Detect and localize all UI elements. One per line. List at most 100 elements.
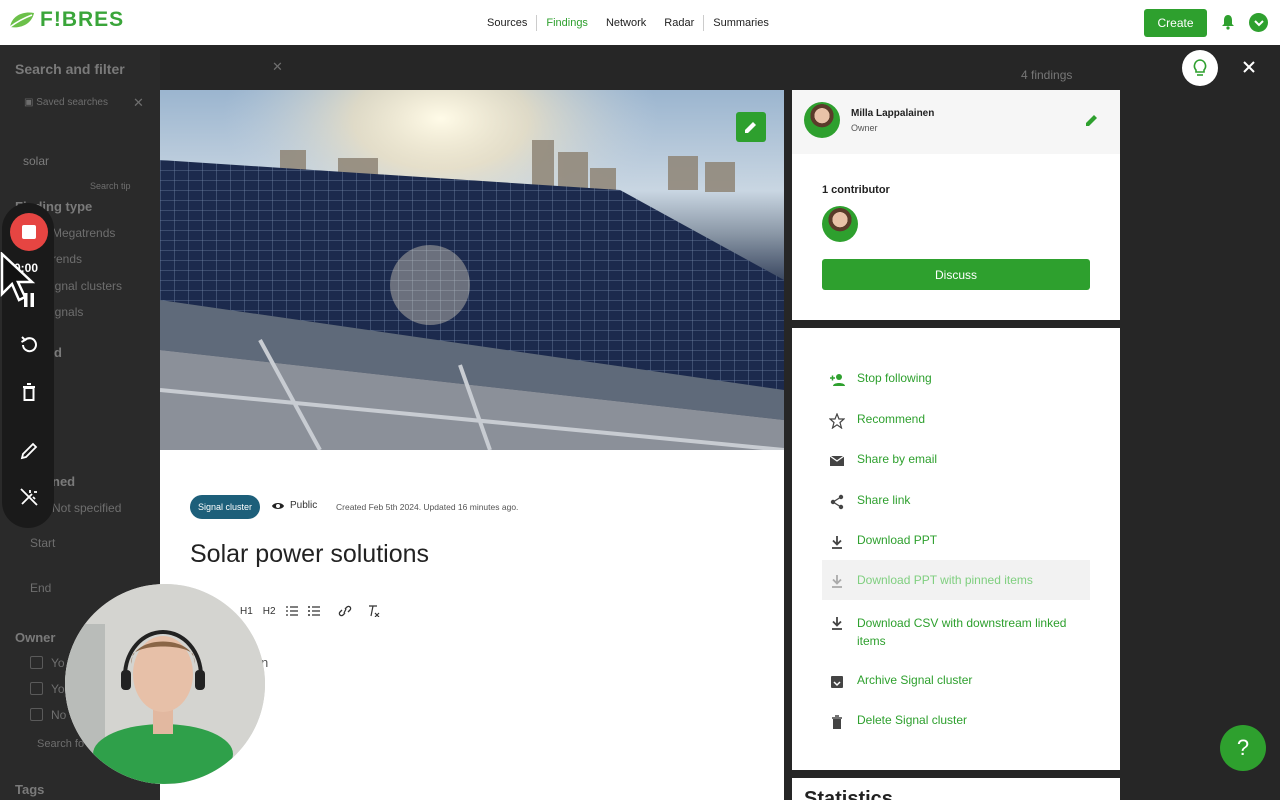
recommend-action[interactable]: Recommend — [822, 407, 1090, 434]
visibility-label: Public — [290, 500, 318, 511]
pen-icon[interactable] — [18, 440, 40, 462]
finding-type-badge: Signal cluster — [190, 495, 261, 519]
owner-search-input[interactable]: Search fo — [37, 738, 84, 750]
saved-searches-link[interactable]: ▣ Saved searches — [24, 97, 108, 108]
share-icon — [830, 494, 844, 510]
pencil-icon[interactable] — [1084, 112, 1100, 128]
owner-role: Owner — [851, 123, 878, 133]
bell-icon[interactable] — [1220, 14, 1236, 30]
owner-avatar — [804, 102, 840, 138]
trash-icon[interactable] — [18, 381, 40, 403]
share-link-action[interactable]: Share link — [822, 488, 1090, 515]
owner-row — [792, 90, 1120, 154]
action-label: Stop following — [857, 371, 932, 385]
editor-toolbar: H1 H2 — [240, 605, 380, 617]
visibility-toggle[interactable]: Public — [271, 500, 317, 511]
stop-recording-button[interactable] — [10, 213, 48, 251]
leaf-logo-icon — [9, 12, 34, 28]
owner-option: Yo — [51, 656, 65, 670]
search-filter-title: Search and filter — [15, 61, 125, 77]
help-button[interactable]: ? — [1220, 725, 1266, 771]
share-email-action[interactable]: Share by email — [822, 447, 1090, 474]
contributors-count: 1 contributor — [822, 184, 890, 196]
download-ppt-action[interactable]: Download PPT — [822, 528, 1090, 555]
bullet-list-icon[interactable] — [307, 605, 320, 617]
mail-icon — [829, 455, 845, 466]
finding-title[interactable]: Solar power solutions — [190, 540, 429, 569]
finding-type-option[interactable]: ignals — [52, 305, 83, 319]
nav-network[interactable]: Network — [597, 17, 655, 29]
numbered-list-icon[interactable] — [285, 605, 298, 617]
finding-type-option[interactable]: Megatrends — [52, 226, 115, 240]
person-add-icon — [830, 374, 845, 386]
delete-action[interactable]: Delete Signal cluster — [822, 708, 1090, 735]
restart-icon[interactable] — [18, 334, 40, 356]
nav-sources[interactable]: Sources — [478, 17, 536, 29]
solar-panel-illustration — [160, 90, 784, 450]
owner-checkbox[interactable] — [30, 708, 43, 721]
owner-option: No — [51, 708, 67, 722]
create-button[interactable]: Create — [1144, 9, 1207, 37]
clear-format-icon[interactable] — [368, 605, 380, 617]
search-hint[interactable]: Search tip — [90, 181, 131, 191]
top-bar: F!BRES Sources Findings Network Radar Su… — [0, 0, 1280, 45]
owner-checkbox[interactable] — [30, 682, 43, 695]
archive-icon — [831, 676, 843, 688]
owner-name: Milla Lappalainen — [851, 108, 935, 119]
statistics-panel: Statistics — [792, 778, 1120, 800]
download-icon — [832, 617, 842, 630]
partial-label: ned — [52, 474, 76, 489]
download-icon — [832, 574, 842, 588]
nav-summaries[interactable]: Summaries — [704, 17, 778, 29]
archive-action[interactable]: Archive Signal cluster — [822, 668, 1090, 695]
nav-radar[interactable]: Radar — [655, 17, 703, 29]
owner-option: Yo — [51, 682, 65, 696]
action-label: Archive Signal cluster — [857, 673, 973, 687]
close-modal-icon[interactable] — [1240, 58, 1258, 76]
findings-count: 4 findings — [1021, 68, 1073, 82]
eye-icon — [272, 502, 284, 509]
owner-checkbox[interactable] — [30, 656, 43, 669]
action-label: Download PPT — [857, 533, 938, 547]
brand-logo[interactable]: F!BRES — [8, 8, 124, 32]
tags-label: Tags — [15, 782, 45, 797]
presenter-video — [65, 584, 265, 784]
heading2-button[interactable]: H2 — [263, 606, 276, 617]
link-icon[interactable] — [338, 605, 352, 617]
mouse-cursor-icon — [0, 252, 36, 302]
download-csv-action[interactable]: Download CSV with downstream linked item… — [822, 609, 1090, 655]
effects-off-icon[interactable] — [18, 486, 40, 508]
close-icon: ✕ — [272, 59, 283, 74]
tips-button[interactable] — [1182, 50, 1218, 86]
action-label: Share link — [857, 493, 911, 507]
clear-icon: ✕ — [133, 95, 144, 110]
contributor-avatar[interactable] — [822, 206, 858, 242]
saved-searches-label: Saved searches — [36, 97, 108, 108]
main-nav: Sources Findings Network Radar Summaries — [478, 0, 778, 45]
action-label: Share by email — [857, 452, 938, 466]
finding-type-option[interactable]: rends — [52, 252, 82, 266]
search-input[interactable]: solar — [23, 154, 49, 168]
lightbulb-icon — [1193, 59, 1207, 76]
edit-image-button[interactable] — [736, 112, 766, 142]
stop-icon — [22, 225, 36, 239]
discuss-button[interactable]: Discuss — [822, 259, 1090, 290]
start-date-field[interactable]: Start — [30, 536, 55, 550]
nav-findings[interactable]: Findings — [537, 17, 597, 29]
end-date-field[interactable]: End — [30, 581, 51, 595]
webcam-bubble[interactable] — [65, 584, 265, 784]
owner-filter-label: Owner — [15, 630, 56, 645]
not-specified-option[interactable]: Not specified — [52, 501, 121, 515]
heading1-button[interactable]: H1 — [240, 606, 253, 617]
action-label: Recommend — [857, 412, 926, 426]
action-label: Download CSV with downstream linked item… — [857, 616, 1067, 648]
pencil-icon — [745, 122, 756, 133]
star-icon — [829, 413, 845, 429]
download-ppt-pinned-action[interactable]: Download PPT with pinned items — [822, 560, 1090, 600]
account-menu-button[interactable] — [1249, 13, 1268, 32]
brand-name: F!BRES — [40, 8, 125, 31]
stop-following-action[interactable]: Stop following — [822, 366, 1090, 393]
chevron-down-icon — [1253, 19, 1264, 26]
finding-type-option[interactable]: ignal clusters — [52, 279, 122, 293]
trash-icon — [832, 715, 842, 729]
